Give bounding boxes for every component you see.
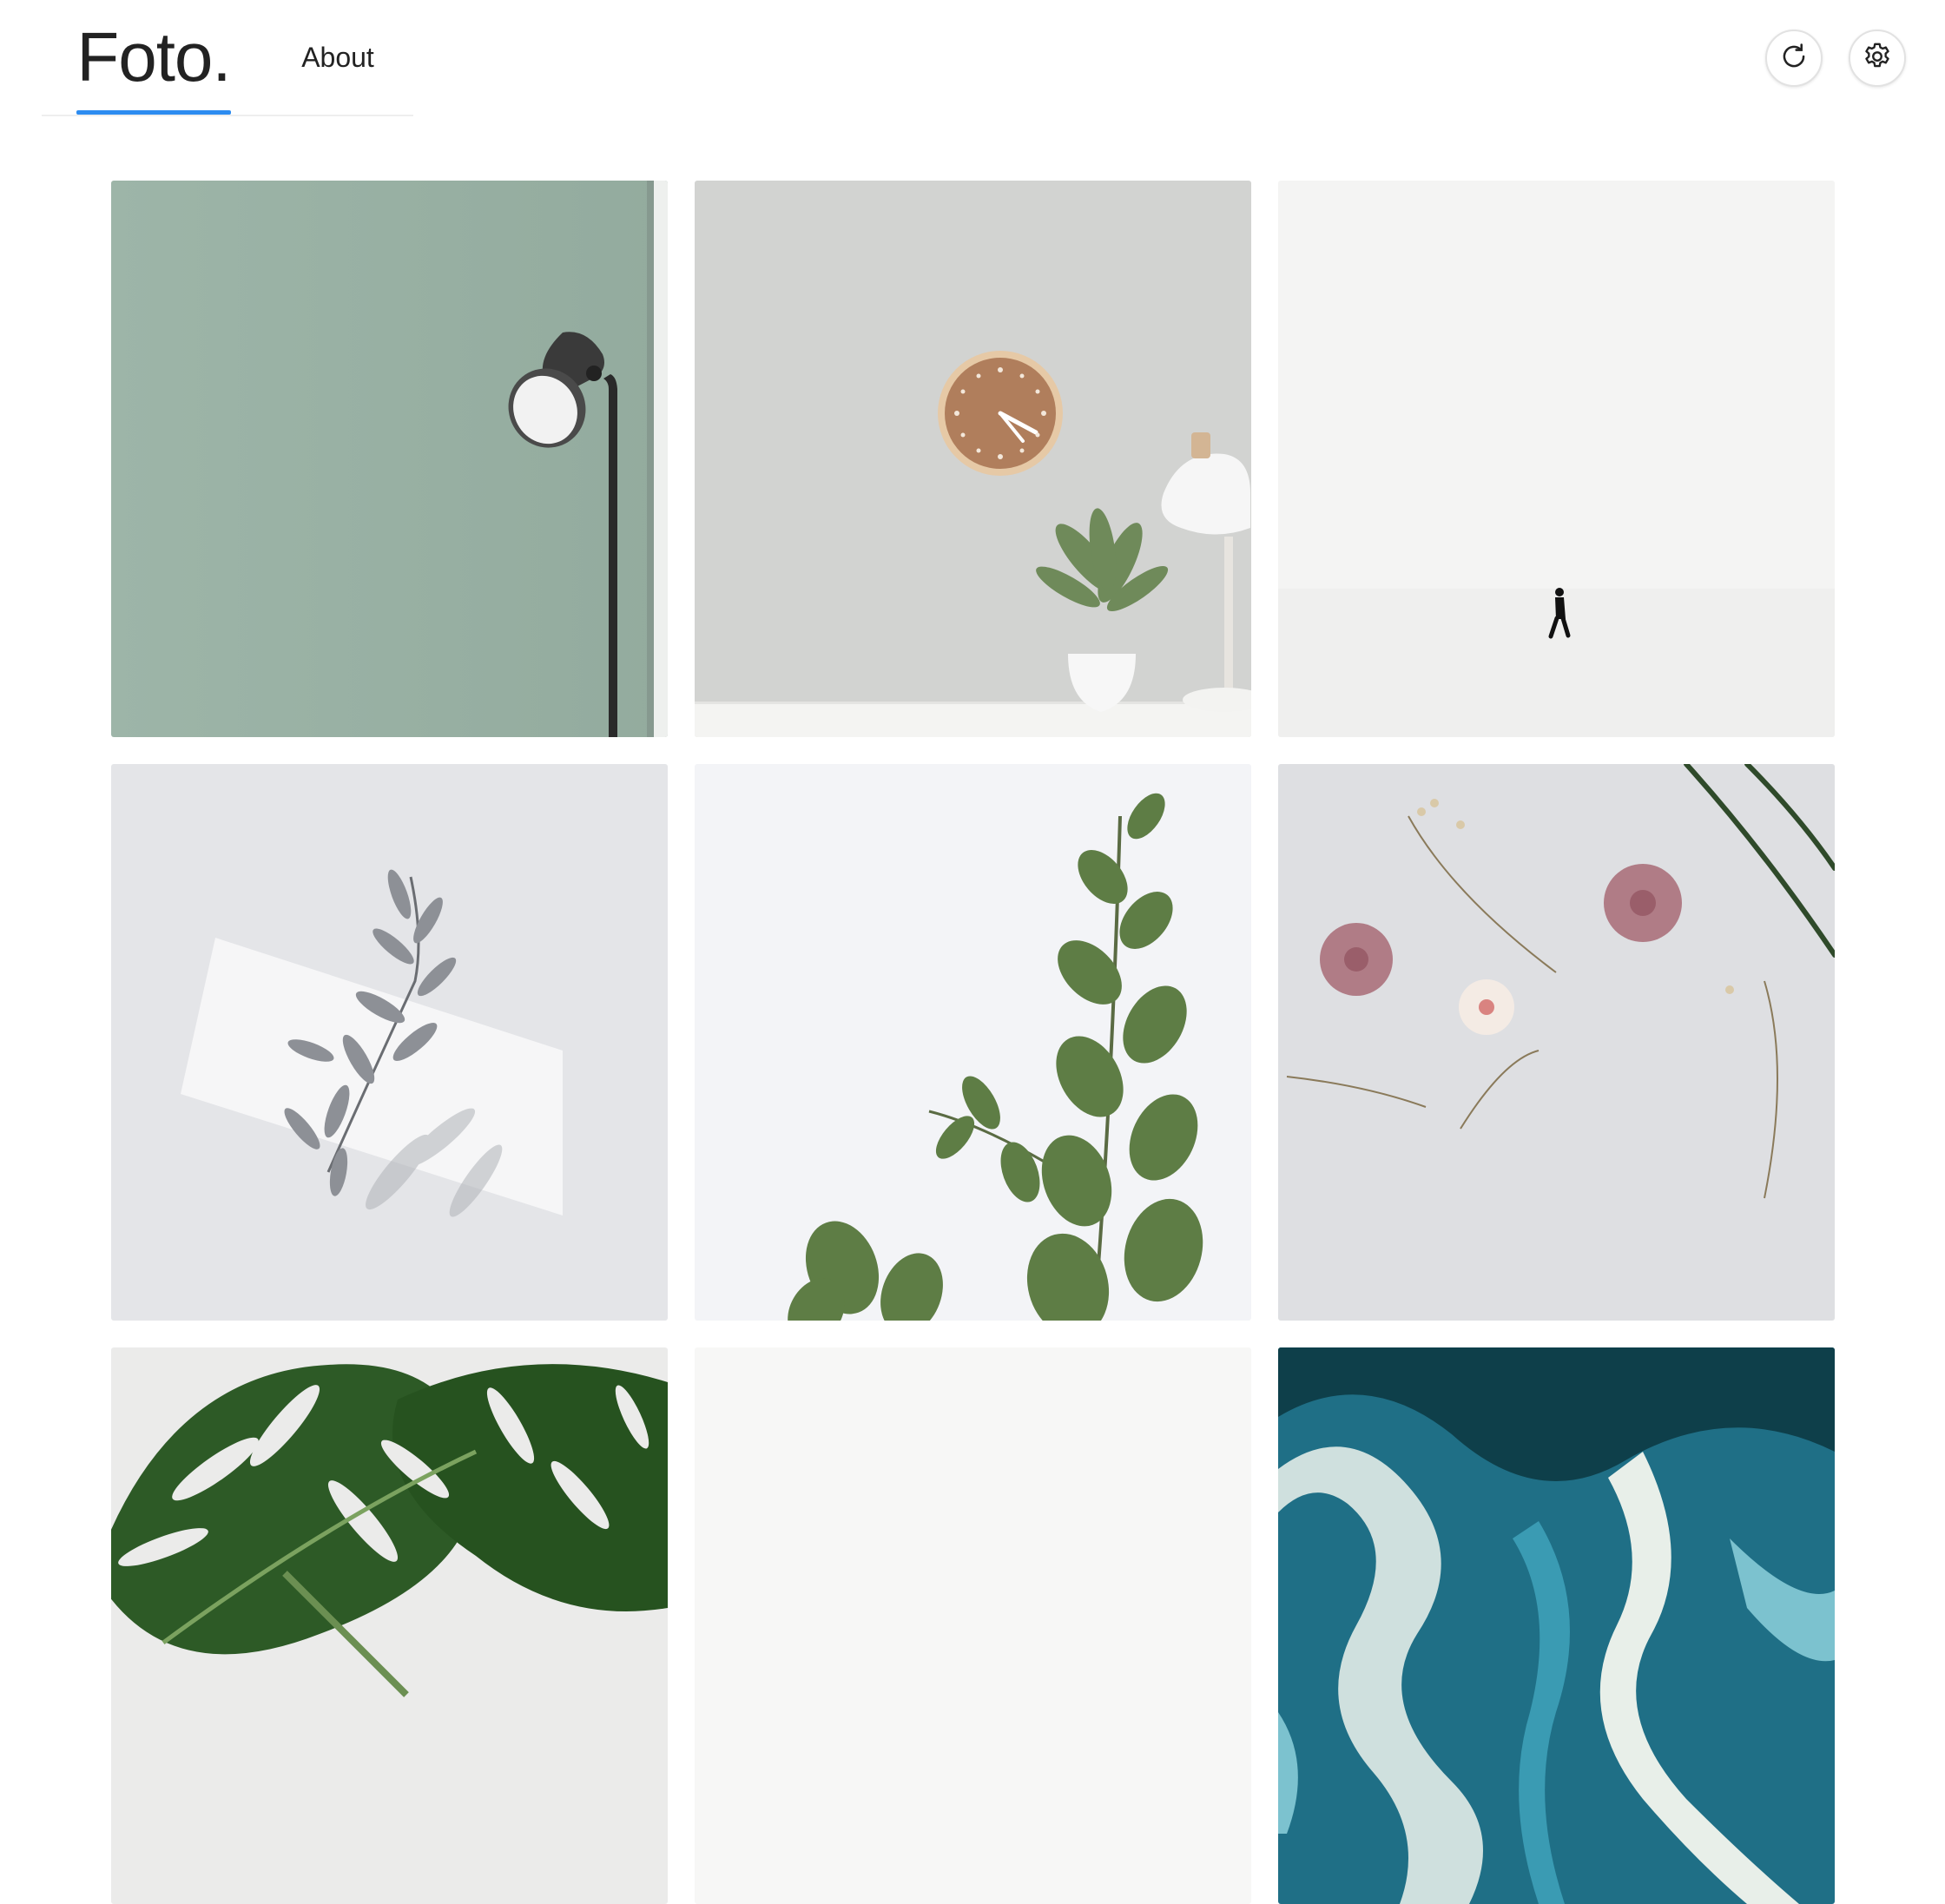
top-nav: Foto. About <box>42 0 413 116</box>
photo-card[interactable] <box>1278 181 1835 737</box>
photo-dried-flowers <box>1278 764 1835 1321</box>
photo-card[interactable] <box>1278 1347 1835 1904</box>
photo-card[interactable] <box>695 764 1251 1321</box>
photo-snow-walker <box>1278 181 1835 737</box>
photo-card[interactable] <box>1278 764 1835 1321</box>
photo-card[interactable] <box>695 1347 1251 1904</box>
photo-silver-leaves <box>111 764 668 1321</box>
photo-monstera <box>111 1347 668 1904</box>
photo-card[interactable] <box>695 181 1251 737</box>
refresh-button[interactable] <box>1765 30 1823 87</box>
photo-card[interactable] <box>111 181 668 737</box>
gear-icon <box>1861 40 1894 77</box>
refresh-icon <box>1777 40 1810 77</box>
settings-button[interactable] <box>1849 30 1906 87</box>
photo-lamp-green-wall <box>111 181 668 737</box>
photo-teal-marble <box>1278 1347 1835 1904</box>
photo-clock-plant <box>695 181 1251 737</box>
photo-eucalyptus <box>695 764 1251 1321</box>
photo-blank-white <box>695 1347 1251 1904</box>
tab-about[interactable]: About <box>293 0 382 115</box>
photo-card[interactable] <box>111 1347 668 1904</box>
photo-card[interactable] <box>111 764 668 1321</box>
active-tab-indicator <box>76 110 231 115</box>
tab-foto-brand[interactable]: Foto. <box>76 0 231 115</box>
